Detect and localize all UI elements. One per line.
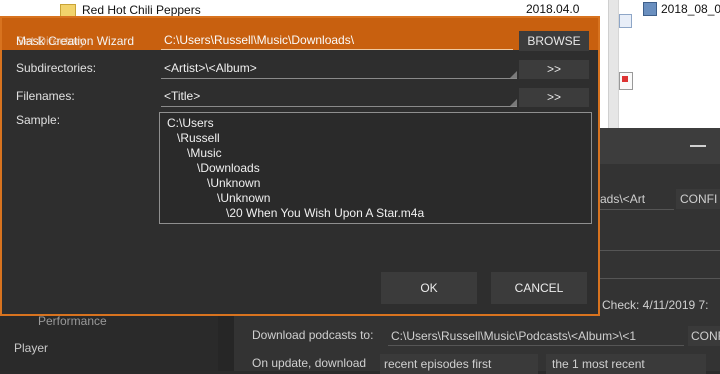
- subdirectories-combobox[interactable]: <Artist>\<Album>: [161, 60, 517, 79]
- dropdown-arrow-icon[interactable]: [510, 99, 517, 106]
- download-podcasts-label: Download podcasts to:: [252, 328, 374, 342]
- folder-icon: [60, 3, 76, 17]
- explorer-folder-name: Red Hot Chili Peppers: [82, 3, 201, 17]
- cancel-button[interactable]: CANCEL: [491, 272, 587, 304]
- insert-filename-token-button[interactable]: >>: [519, 88, 589, 107]
- download-count-select[interactable]: the 1 most recent: [546, 354, 706, 374]
- configure-podcasts-button[interactable]: CONF: [688, 326, 720, 346]
- sample-line: \Music: [187, 146, 222, 160]
- mask-creation-wizard-dialog: Set Directory Mask Creation Wizard C:\Us…: [0, 16, 600, 316]
- insert-subdirectory-token-button[interactable]: >>: [519, 60, 589, 79]
- default-mask-field[interactable]: ads\<Art: [600, 189, 674, 210]
- sample-line: \20 When You Wish Upon A Star.m4a: [226, 206, 425, 220]
- clipboard-icon[interactable]: [619, 72, 633, 90]
- sample-line: C:\Users: [167, 116, 214, 130]
- ok-button[interactable]: OK: [381, 272, 477, 304]
- last-check-text: Check: 4/11/2019 7:: [602, 298, 709, 312]
- sample-line: \Unknown: [207, 176, 261, 190]
- download-podcasts-field[interactable]: C:\Users\Russell\Music\Podcasts\<Album>\…: [388, 326, 684, 346]
- browse-button[interactable]: BROWSE: [519, 31, 589, 51]
- divider: [600, 250, 720, 251]
- nav-item-performance[interactable]: Performance: [38, 314, 107, 328]
- nav-scrollbar[interactable]: [218, 316, 234, 371]
- subdirectories-label: Subdirectories:: [16, 61, 97, 75]
- download-order-select[interactable]: recent episodes first: [380, 354, 538, 374]
- nav-item-player[interactable]: Player: [14, 341, 48, 355]
- image-file-icon: [643, 2, 657, 16]
- divider: [600, 278, 720, 279]
- explorer-folder-date: 2018.04.0: [526, 2, 580, 16]
- sample-label: Sample:: [16, 113, 61, 127]
- copy-icon[interactable]: [619, 14, 632, 28]
- configure-button[interactable]: CONFI: [676, 189, 720, 209]
- dialog-title: Mask Creation Wizard: [16, 34, 135, 48]
- directory-input[interactable]: C:\Users\Russell\Music\Downloads\: [161, 31, 513, 50]
- sample-line: \Unknown: [217, 191, 271, 205]
- explorer-right-pane: 2018_08_0: [618, 0, 720, 128]
- filenames-value: <Title>: [164, 89, 201, 103]
- sample-preview-box: C:\Users \Russell \Music \Downloads \Unk…: [159, 112, 592, 224]
- on-update-label: On update, download: [252, 356, 367, 370]
- sample-line: \Downloads: [197, 161, 260, 175]
- sample-line: \Russell: [177, 131, 220, 145]
- dropdown-arrow-icon[interactable]: [510, 71, 517, 78]
- filenames-label: Filenames:: [16, 89, 75, 103]
- subdirectories-value: <Artist>\<Album>: [164, 61, 257, 75]
- explorer-file-name[interactable]: 2018_08_0: [661, 2, 720, 16]
- minimize-icon[interactable]: [690, 145, 706, 147]
- filenames-combobox[interactable]: <Title>: [161, 88, 517, 107]
